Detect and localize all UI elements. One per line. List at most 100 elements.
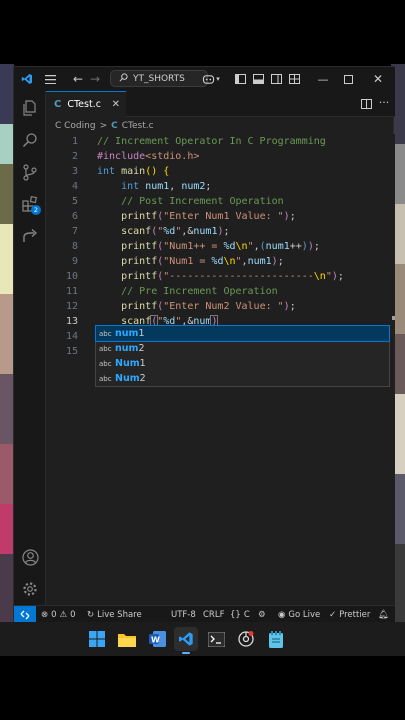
code-line-8: printf("Num1++ = %d\n",(num1++)); — [121, 241, 320, 252]
remote-indicator-icon[interactable] — [14, 606, 36, 623]
back-arrow-icon[interactable]: ← — [70, 67, 86, 91]
close-button[interactable]: ✕ — [367, 67, 389, 91]
maximize-button[interactable] — [337, 67, 359, 91]
code-line-2: #include<stdio.h> — [97, 151, 200, 162]
live-share-button[interactable]: ↻ Live Share — [87, 606, 142, 623]
line-number: 11 — [65, 286, 78, 297]
notepad-icon[interactable] — [264, 627, 288, 651]
feedback-icon[interactable]: ⚙ — [258, 606, 266, 623]
line-number: 1 — [71, 136, 78, 147]
code-line-1: // Increment Operator In C Programming — [97, 136, 326, 147]
code-line-3: int main() { — [97, 166, 170, 177]
chrome-icon[interactable] — [234, 627, 258, 651]
prettier-button[interactable]: ✓ Prettier — [329, 606, 370, 623]
code-line-7: scanf("%d",&num1); — [121, 226, 230, 237]
settings-gear-icon[interactable] — [14, 574, 46, 604]
code-line-10: printf("------------------------\n"); — [121, 271, 344, 282]
line-number: 12 — [65, 301, 78, 312]
line-number: 15 — [65, 346, 78, 357]
menu-icon[interactable] — [41, 67, 59, 91]
code-line-11: // Pre Increment Operation — [121, 286, 278, 297]
explorer-icon[interactable] — [14, 93, 46, 123]
customize-layout-icon[interactable] — [286, 67, 302, 91]
text-kind-icon: abc — [99, 359, 112, 368]
command-center-search[interactable]: YT_SHORTS — [110, 70, 208, 87]
line-number: 14 — [65, 331, 78, 342]
search-label: YT_SHORTS — [133, 73, 185, 84]
split-editor-icon[interactable] — [359, 97, 373, 111]
search-view-icon[interactable] — [14, 125, 46, 155]
breadcrumb-folder[interactable]: C Coding — [55, 121, 96, 131]
desktop-wallpaper-left — [0, 64, 14, 656]
line-number: 10 — [65, 271, 78, 282]
code-line-4: int num1, num2; — [121, 181, 212, 192]
warning-icon: ⚠ — [59, 609, 68, 620]
line-number: 9 — [71, 256, 78, 267]
eol-indicator[interactable]: CRLF — [203, 606, 224, 623]
source-control-icon[interactable] — [14, 157, 46, 187]
close-tab-icon[interactable]: ✕ — [112, 99, 120, 110]
line-number: 3 — [71, 166, 78, 177]
search-icon — [119, 72, 128, 85]
taskbar: W — [0, 622, 405, 656]
breadcrumb-file[interactable]: CTest.c — [122, 121, 154, 131]
extensions-icon[interactable]: 2 — [14, 189, 46, 219]
notifications-bell-icon[interactable]: 🔔︎ — [378, 606, 389, 623]
double-check-icon: ✓ — [329, 609, 337, 620]
text-kind-icon: abc — [99, 374, 112, 383]
breadcrumb-separator: > — [99, 120, 108, 131]
accounts-icon[interactable] — [14, 542, 46, 572]
line-number: 7 — [71, 226, 78, 237]
toggle-panel-icon[interactable] — [250, 67, 266, 91]
suggestion-item[interactable]: abc num2 — [96, 341, 389, 356]
suggestion-item[interactable]: abc Num2 — [96, 371, 389, 386]
suggestion-item[interactable]: abc Num1 — [96, 356, 389, 371]
vscode-window: ← → YT_SHORTS ▾ — ✕ 2 C CTest.c ✕ ··· C … — [13, 66, 395, 623]
editor-tab-bar: C CTest.c ✕ ··· — [46, 91, 395, 117]
activity-bar: 2 — [14, 91, 46, 605]
code-line-6: printf("Enter Num1 Value: "); — [121, 211, 296, 222]
line-number: 5 — [71, 196, 78, 207]
windows-start-icon[interactable] — [85, 627, 109, 651]
toggle-secondary-sidebar-icon[interactable] — [268, 67, 284, 91]
live-share-icon: ↻ — [87, 609, 95, 620]
word-icon[interactable]: W — [145, 627, 169, 651]
title-bar: ← → YT_SHORTS ▾ — ✕ — [14, 67, 395, 91]
terminal-icon[interactable] — [204, 627, 228, 651]
error-icon: ⊗ — [41, 609, 49, 620]
minimize-button[interactable]: — — [312, 67, 334, 91]
remote-explorer-icon[interactable] — [14, 221, 46, 251]
text-kind-icon: abc — [99, 329, 112, 338]
problems-indicator[interactable]: ⊗ 0 ⚠ 0 — [41, 606, 76, 623]
line-number: 6 — [71, 211, 78, 222]
suggestion-item[interactable]: abc num1 — [95, 325, 390, 342]
more-actions-icon[interactable]: ··· — [377, 95, 391, 109]
toggle-sidebar-icon[interactable] — [232, 67, 248, 91]
code-line-5: // Post Increment Operation — [121, 196, 284, 207]
language-mode[interactable]: {} C — [230, 606, 250, 623]
status-bar: ⊗ 0 ⚠ 0 ↻ Live Share UTF-8 CRLF {} C ⚙ ◉ Go L… — [14, 605, 395, 623]
broadcast-icon: ◉ — [278, 609, 286, 620]
screen: ← → YT_SHORTS ▾ — ✕ 2 C CTest.c ✕ ··· C … — [0, 0, 405, 720]
line-number: 2 — [71, 151, 78, 162]
text-kind-icon: abc — [99, 344, 112, 353]
code-line-12: printf("Enter Num2 Value: "); — [121, 301, 296, 312]
encoding-indicator[interactable]: UTF-8 — [171, 606, 196, 623]
file-explorer-icon[interactable] — [115, 627, 139, 651]
autocomplete-suggestions: abc num1 abc num2 abc Num1 abc Num2 — [95, 325, 390, 387]
tab-ctest[interactable]: C CTest.c ✕ — [46, 91, 126, 117]
tab-label: CTest.c — [67, 99, 101, 110]
breadcrumb: C Coding > C CTest.c — [46, 117, 395, 134]
extensions-badge: 2 — [31, 205, 41, 215]
line-number: 13 — [65, 316, 78, 327]
go-live-button[interactable]: ◉ Go Live — [278, 606, 320, 623]
forward-arrow-icon[interactable]: → — [87, 67, 103, 91]
copilot-icon[interactable]: ▾ — [200, 67, 222, 91]
vscode-logo-icon — [18, 67, 36, 91]
code-line-9: printf("Num1 = %d\n",num1); — [121, 256, 284, 267]
line-number: 8 — [71, 241, 78, 252]
c-file-icon: C — [111, 120, 118, 131]
svg-text:W: W — [151, 636, 160, 645]
line-number: 4 — [71, 181, 78, 192]
vscode-taskbar-icon[interactable] — [174, 627, 198, 654]
